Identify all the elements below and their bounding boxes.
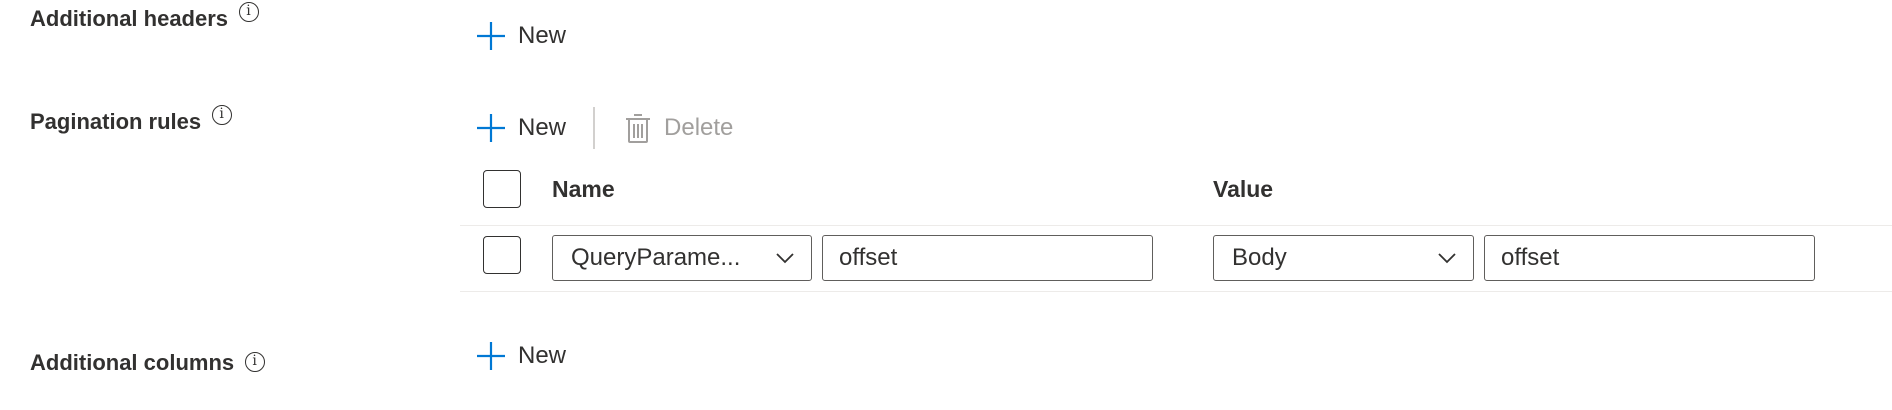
pagination-toolbar: New Delete (476, 107, 733, 149)
pagination-delete-button[interactable]: Delete (624, 112, 733, 144)
trash-icon (626, 114, 651, 143)
dropdown-value: Body (1232, 244, 1287, 271)
column-header-value[interactable]: Value (1213, 176, 1273, 203)
plus-icon (477, 114, 505, 142)
pagination-rules-section: Pagination rules i (30, 105, 232, 135)
additional-headers-new-button[interactable]: New (476, 21, 566, 51)
row-divider (460, 291, 1892, 292)
new-label: New (518, 342, 567, 369)
plus-icon (477, 22, 505, 50)
new-label: New (518, 22, 567, 49)
dropdown-value: QueryParame... (571, 244, 741, 271)
chevron-down-icon (1438, 253, 1456, 264)
name-value-input[interactable] (822, 235, 1153, 281)
select-all-checkbox[interactable] (483, 170, 521, 208)
name-type-dropdown[interactable]: QueryParame... (552, 235, 812, 281)
additional-columns-new-button[interactable]: New (476, 341, 566, 371)
info-icon[interactable]: i (238, 2, 259, 22)
info-icon[interactable]: i (211, 105, 232, 125)
toolbar-divider (593, 107, 596, 149)
row-divider (460, 225, 1892, 226)
additional-columns-label: Additional columns (30, 350, 235, 375)
additional-headers-section: Additional headers i (30, 2, 259, 32)
value-type-dropdown[interactable]: Body (1213, 235, 1474, 281)
new-label: New (518, 114, 567, 141)
pagination-rules-label: Pagination rules (30, 109, 202, 134)
delete-label: Delete (664, 114, 734, 141)
additional-columns-section: Additional columns i (30, 350, 265, 376)
additional-headers-label: Additional headers (30, 6, 229, 31)
chevron-down-icon (776, 253, 794, 264)
row-checkbox[interactable] (483, 236, 521, 274)
pagination-new-button[interactable]: New (476, 113, 566, 143)
value-value-input[interactable] (1484, 235, 1815, 281)
plus-icon (477, 342, 505, 370)
info-icon[interactable]: i (244, 352, 265, 372)
column-header-name[interactable]: Name (552, 176, 615, 203)
